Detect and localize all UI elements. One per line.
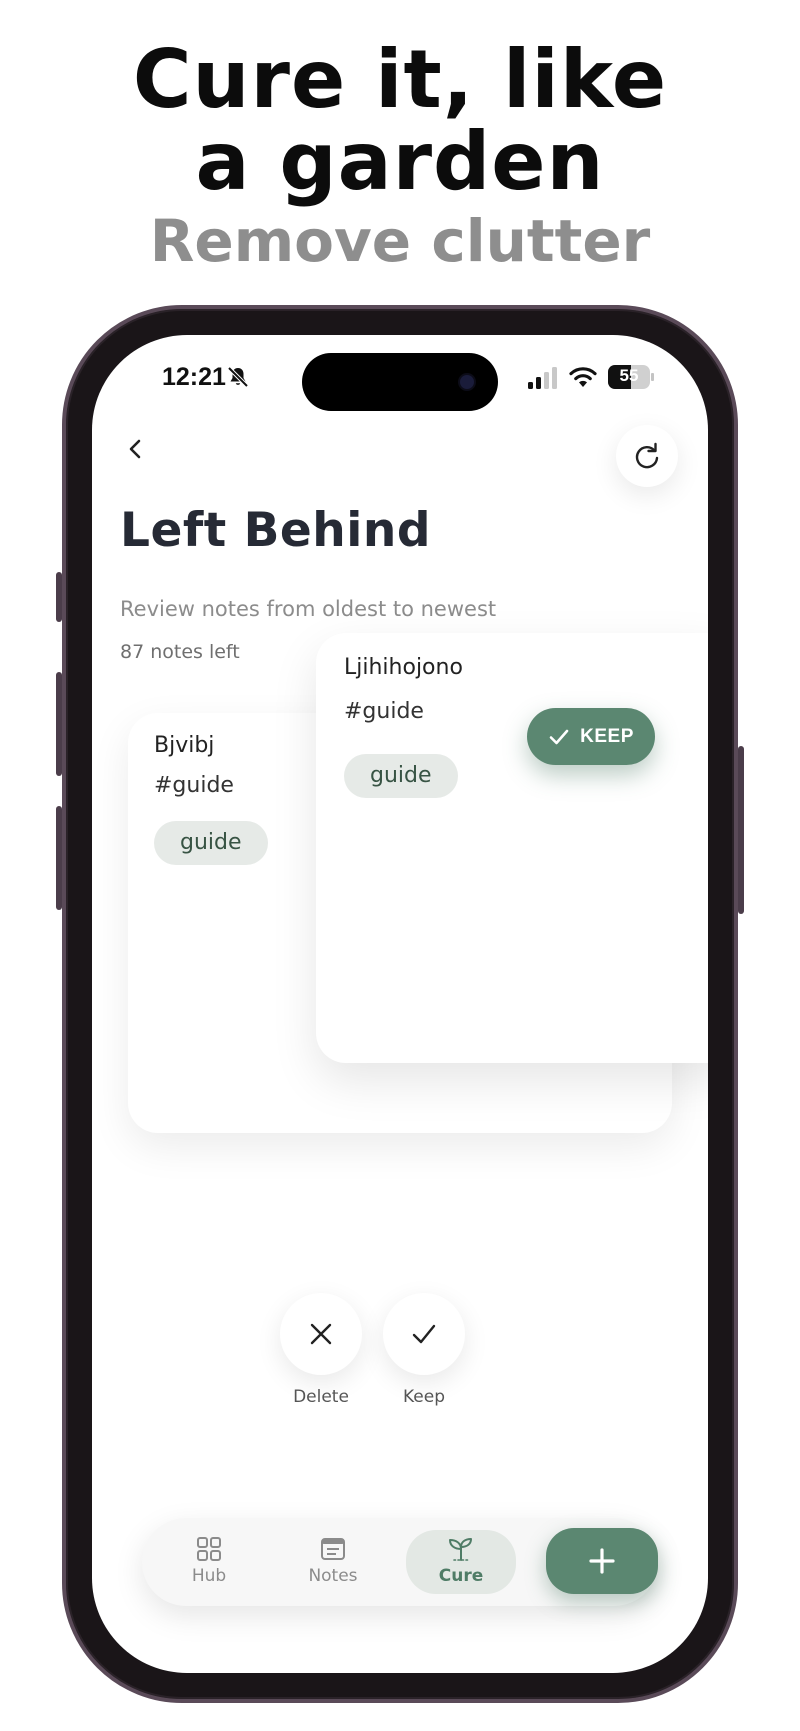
close-icon: [310, 1323, 332, 1345]
tag-chip[interactable]: guide: [154, 821, 268, 865]
phone-screen: 12:21 55 Left Behind Review notes from o…: [92, 335, 708, 1673]
promo-subheadline: Remove clutter: [149, 207, 651, 275]
tab-notes[interactable]: Notes: [278, 1530, 388, 1594]
signal-icon: [528, 367, 557, 389]
refresh-button[interactable]: [616, 425, 678, 487]
bottom-tab-bar: Hub Notes Cure: [142, 1518, 658, 1606]
grid-icon: [197, 1537, 221, 1561]
dynamic-island: [302, 353, 498, 411]
note-card-hashtag: #guide: [344, 699, 424, 724]
delete-label: Delete: [293, 1387, 349, 1407]
front-camera: [460, 375, 474, 389]
status-time: 12:21: [162, 363, 226, 391]
bell-slash-icon: [227, 366, 249, 388]
keep-action: Keep: [383, 1293, 465, 1407]
tag-chip[interactable]: guide: [344, 754, 458, 798]
tab-notes-label: Notes: [308, 1566, 358, 1586]
promo-headline-line1: Cure it, like: [132, 33, 668, 126]
back-button[interactable]: [112, 425, 160, 473]
keep-stamp-label: KEEP: [580, 725, 634, 747]
keep-swipe-stamp: KEEP: [527, 708, 655, 765]
tab-hub-label: Hub: [191, 1566, 227, 1586]
refresh-icon: [635, 442, 659, 469]
keep-label: Keep: [402, 1387, 445, 1407]
notes-icon: [321, 1538, 345, 1560]
sprout-icon: [449, 1538, 472, 1561]
check-icon: [549, 729, 569, 744]
tab-cure[interactable]: Cure: [406, 1530, 516, 1594]
chevron-left-icon: [129, 439, 141, 459]
battery-percent: 55: [619, 366, 639, 385]
page-title: Left Behind: [120, 503, 431, 558]
page-subtitle: Review notes from oldest to newest: [120, 597, 497, 621]
note-card-title: Ljihihojono: [344, 655, 463, 680]
phone-volume-down-button: [56, 806, 62, 910]
phone-power-button: [738, 746, 744, 914]
check-icon: [412, 1324, 436, 1344]
add-note-button[interactable]: [546, 1528, 658, 1594]
wifi-icon: [569, 367, 597, 387]
plus-icon: [589, 1548, 615, 1574]
tab-hub[interactable]: Hub: [154, 1530, 264, 1594]
notes-left-count: 87 notes left: [120, 641, 240, 663]
delete-button[interactable]: [280, 1293, 362, 1375]
phone-volume-up-button: [56, 672, 62, 776]
promo-headline-line2: a garden: [195, 115, 605, 208]
note-card-title: Bjvibj: [154, 733, 215, 758]
note-card-hashtag: #guide: [154, 773, 234, 798]
battery-icon: 55: [608, 365, 654, 389]
tab-cure-label: Cure: [438, 1566, 484, 1586]
delete-action: Delete: [280, 1293, 362, 1407]
note-card-current[interactable]: Ljihihojono #guide guide: [316, 633, 708, 1063]
keep-button[interactable]: [383, 1293, 465, 1375]
phone-silent-switch: [56, 572, 62, 622]
